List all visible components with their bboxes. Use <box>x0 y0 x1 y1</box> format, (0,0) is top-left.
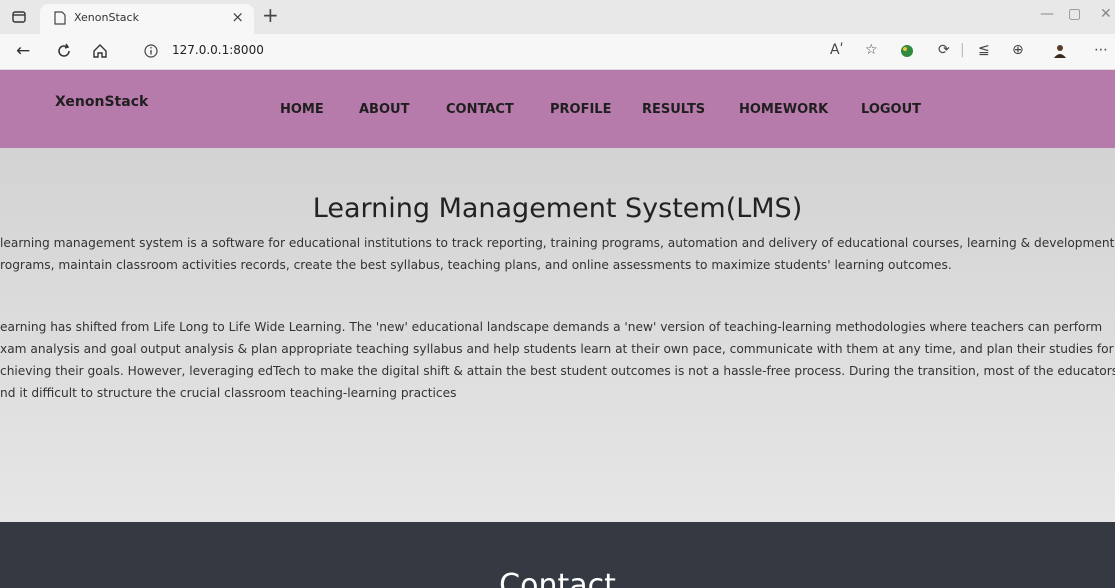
intro-line: learning management system is a software… <box>0 236 1115 250</box>
nav-homework[interactable]: HOMEWORK <box>739 102 828 117</box>
favorite-icon[interactable]: ☆ <box>865 42 878 58</box>
site-navbar: XenonStack HOME ABOUT CONTACT PROFILE RE… <box>0 70 1115 148</box>
refresh-icon[interactable] <box>56 43 72 59</box>
detail-line: xam analysis and goal output analysis & … <box>0 342 1114 356</box>
nav-home[interactable]: HOME <box>280 102 324 117</box>
url-text[interactable]: 127.0.0.1:8000 <box>172 43 264 57</box>
tab-actions-icon[interactable] <box>12 10 26 24</box>
nav-contact[interactable]: CONTACT <box>446 102 514 117</box>
menu-icon[interactable]: ⋯ <box>1094 42 1108 58</box>
brand-logo[interactable]: XenonStack <box>55 94 148 110</box>
detail-line: chieving their goals. However, leveragin… <box>0 364 1115 378</box>
nav-results[interactable]: RESULTS <box>642 102 705 117</box>
back-icon[interactable]: ← <box>16 41 30 61</box>
contact-section: Contact <box>0 522 1115 588</box>
new-tab-button[interactable]: + <box>262 3 279 27</box>
hero-section: Learning Management System(LMS) learning… <box>0 148 1115 522</box>
minimize-icon[interactable]: — <box>1040 6 1054 22</box>
profile-icon[interactable] <box>1052 43 1068 59</box>
toolbar-divider: | <box>960 42 965 58</box>
close-tab-icon[interactable]: × <box>231 8 244 26</box>
address-bar[interactable]: 127.0.0.1:8000 <box>130 39 890 63</box>
nav-about[interactable]: ABOUT <box>359 102 409 117</box>
page-title: Learning Management System(LMS) <box>312 193 803 224</box>
extensions-puzzle-icon[interactable]: ⟳ <box>938 42 950 58</box>
favorites-icon[interactable]: ≦ <box>978 42 990 58</box>
detail-line: earning has shifted from Life Long to Li… <box>0 320 1103 334</box>
browser-toolbar: ← 127.0.0.1:8000 Aʹ ☆ ⟳ | ≦ ⊕ ⋯ <box>0 34 1115 70</box>
detail-line: nd it difficult to structure the crucial… <box>0 386 457 400</box>
info-icon[interactable] <box>144 44 158 58</box>
browser-tab[interactable]: XenonStack × <box>40 4 254 34</box>
section-title: Contact <box>499 568 616 588</box>
intro-paragraph: learning management system is a software… <box>0 232 1115 276</box>
nav-logout[interactable]: LOGOUT <box>861 102 921 117</box>
nav-profile[interactable]: PROFILE <box>550 102 611 117</box>
maximize-icon[interactable]: ▢ <box>1068 6 1081 22</box>
intro-line: rograms, maintain classroom activities r… <box>0 258 952 272</box>
browser-tab-strip: XenonStack × + — ▢ ✕ <box>0 0 1115 34</box>
extension-icon[interactable] <box>900 44 914 58</box>
detail-paragraph: earning has shifted from Life Long to Li… <box>0 316 1115 404</box>
read-aloud-icon[interactable]: Aʹ <box>830 42 843 58</box>
close-window-icon[interactable]: ✕ <box>1100 6 1112 22</box>
tab-title: XenonStack <box>74 11 139 24</box>
home-icon[interactable] <box>92 43 108 59</box>
page-icon <box>54 11 66 25</box>
collections-icon[interactable]: ⊕ <box>1012 42 1024 58</box>
